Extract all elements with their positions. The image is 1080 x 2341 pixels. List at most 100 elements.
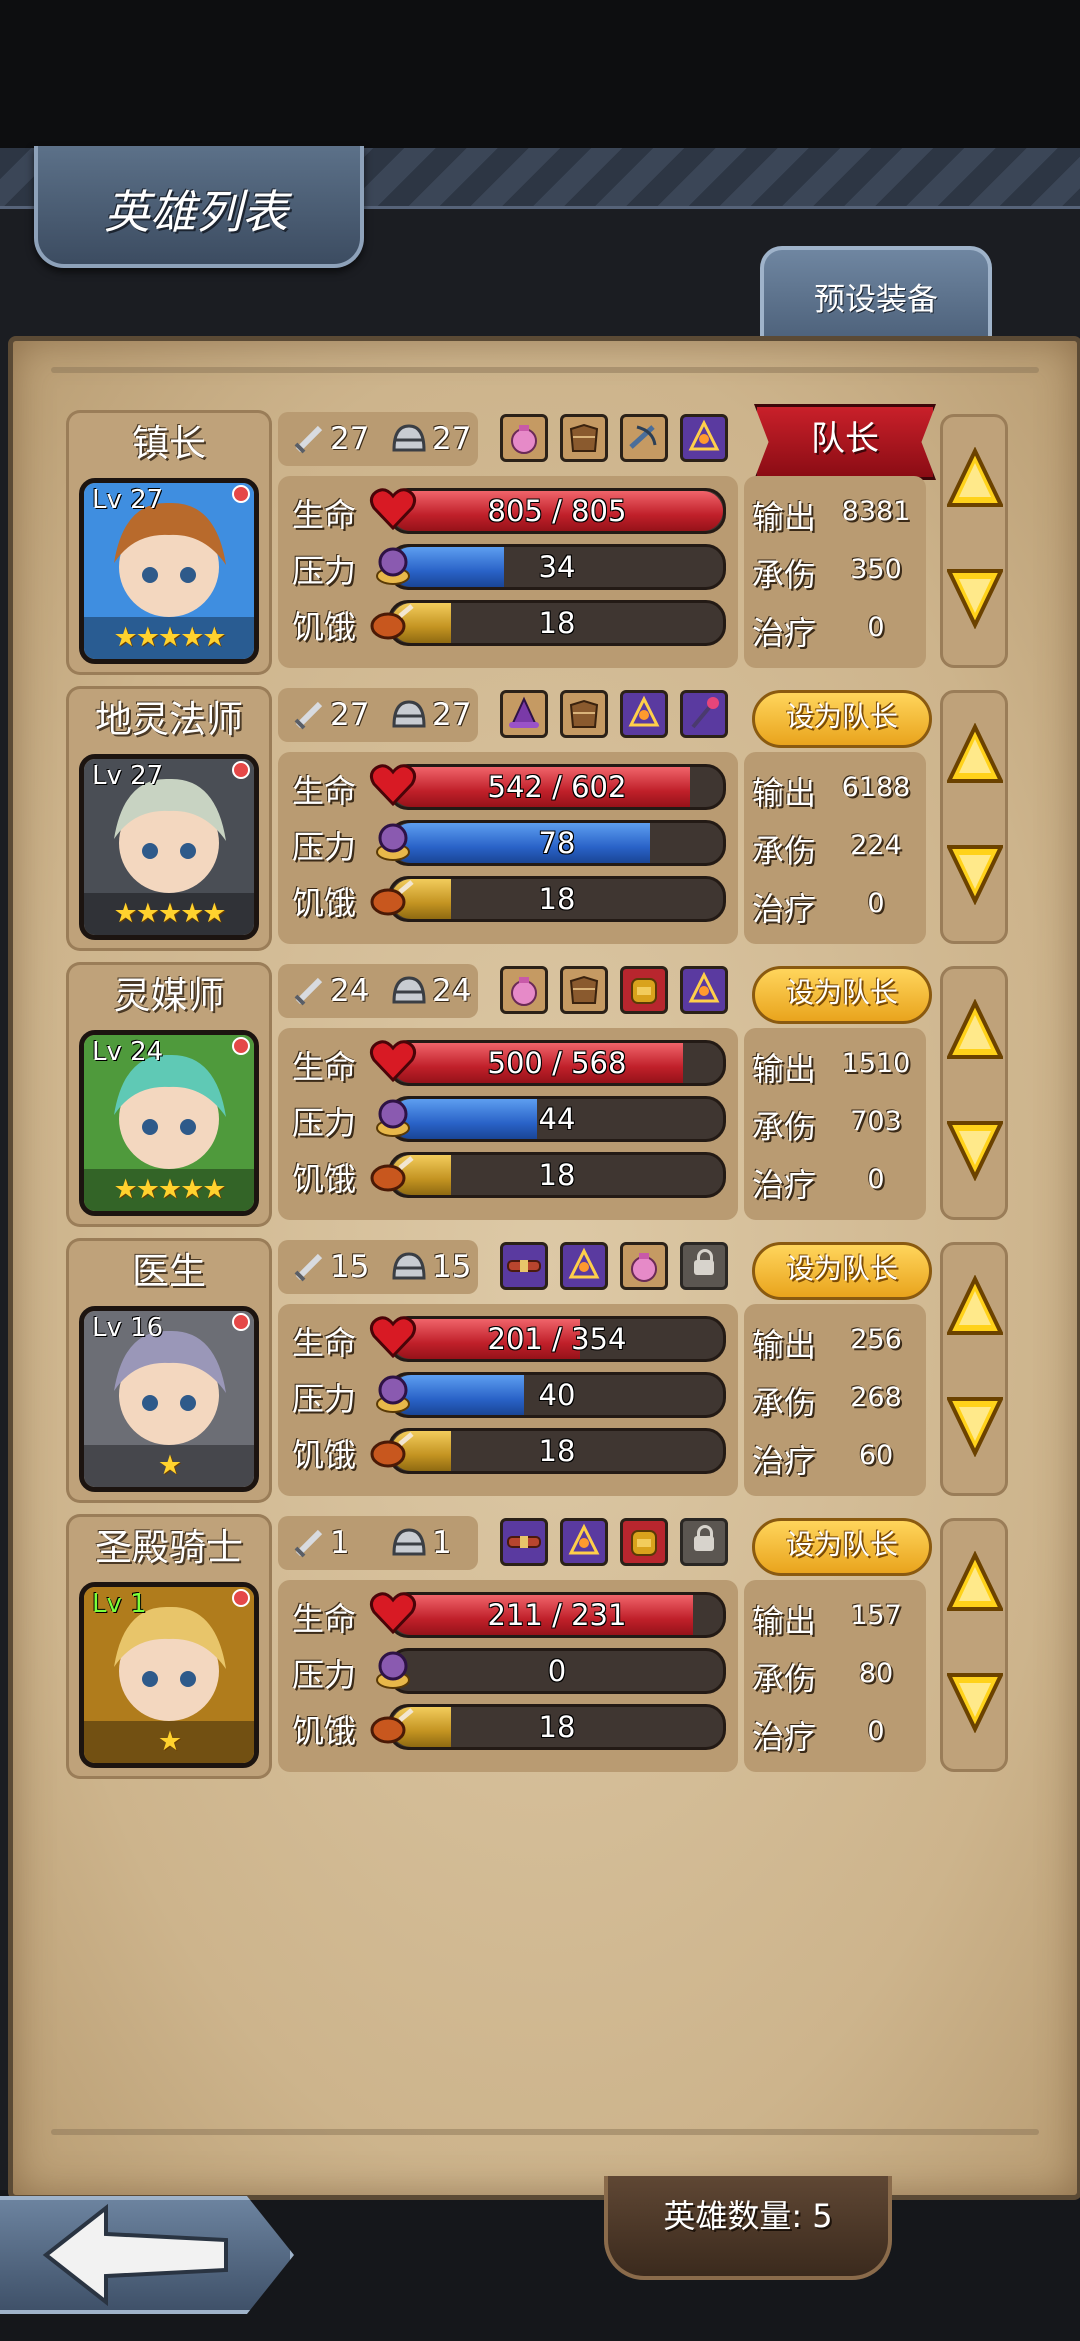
equipment-slot[interactable]	[560, 690, 608, 738]
hero-portrait[interactable]: Lv 24 ★★★★★	[79, 1030, 259, 1216]
equipment-slot[interactable]	[500, 414, 548, 462]
hp-row: 生命 201 / 354	[278, 1310, 738, 1364]
hero-card[interactable]: 医生 Lv 16 ★ 15 15 设为队长 生命 201 / 354 压力 40 饥饿 18 输出 256…	[64, 1238, 1012, 1503]
hero-card[interactable]: 镇长 Lv 27 ★★★★★ 27 27 队长 生命 805 / 805 压力 34 饥饿 18 输出 8…	[64, 404, 1012, 675]
back-arrow-icon	[42, 2203, 228, 2307]
helmet-icon	[392, 976, 426, 1004]
stress-bar: 34	[388, 544, 726, 590]
output-label: 输出	[752, 1326, 817, 1364]
move-down-button[interactable]	[945, 1395, 1005, 1458]
equipment-slot[interactable]	[500, 966, 548, 1014]
locked-equipment-slot[interactable]	[680, 1518, 728, 1566]
move-down-button[interactable]	[945, 567, 1005, 630]
heal-value: 60	[858, 1440, 894, 1471]
tank-stat: 承伤 224	[744, 816, 926, 874]
hero-portrait[interactable]: Lv 27 ★★★★★	[79, 478, 259, 664]
equipment-slot[interactable]	[680, 966, 728, 1014]
hunger-value: 18	[538, 882, 576, 916]
output-value: 6188	[841, 772, 911, 803]
backpack-icon	[623, 1521, 665, 1567]
stress-brain-icon	[376, 1651, 410, 1689]
hero-portrait-frame[interactable]: Lv 16 ★	[66, 1300, 272, 1503]
hero-portrait[interactable]: Lv 16 ★	[79, 1306, 259, 1492]
locked-equipment-slot[interactable]	[680, 1242, 728, 1290]
stress-value: 0	[547, 1654, 567, 1688]
arrow-up-icon	[945, 1274, 1005, 1341]
combat-stats-panel: 输出 157 承伤 80 治疗 0	[744, 1580, 926, 1772]
move-up-button[interactable]	[945, 1550, 1005, 1613]
equipment-slot[interactable]	[620, 414, 668, 462]
set-leader-button[interactable]: 设为队长	[752, 1518, 932, 1576]
set-leader-button[interactable]: 设为队长	[752, 966, 932, 1024]
equipment-slot[interactable]	[680, 690, 728, 738]
leather-armor-icon	[563, 969, 605, 1015]
equipment-slot[interactable]	[620, 690, 668, 738]
move-up-button[interactable]	[945, 998, 1005, 1061]
hero-portrait[interactable]: Lv 27 ★★★★★	[79, 754, 259, 940]
arrow-up-icon	[945, 1550, 1005, 1617]
equipment-slot[interactable]	[620, 966, 668, 1014]
move-up-button[interactable]	[945, 722, 1005, 785]
preset-equipment-button[interactable]: 预设装备	[760, 246, 992, 346]
hp-label: 生命	[292, 1048, 357, 1086]
reorder-panel	[940, 966, 1008, 1220]
hero-status-panel: 生命 211 / 231 压力 0 饥饿 18	[278, 1580, 738, 1772]
helmet-icon	[392, 424, 426, 452]
attack-value: 24	[330, 973, 370, 1009]
hero-stars: ★	[157, 1726, 182, 1757]
hero-stars: ★★★★★	[113, 1174, 226, 1205]
move-down-button[interactable]	[945, 1671, 1005, 1734]
reorder-panel	[940, 690, 1008, 944]
hero-portrait-frame[interactable]: Lv 27 ★★★★★	[66, 472, 272, 675]
hero-portrait[interactable]: Lv 1 ★	[79, 1582, 259, 1768]
hero-portrait-frame[interactable]: Lv 24 ★★★★★	[66, 1024, 272, 1227]
preset-equipment-label: 预设装备	[814, 282, 938, 318]
heal-stat: 治疗 0	[744, 874, 926, 932]
move-down-button[interactable]	[945, 1119, 1005, 1182]
equipment-slot[interactable]	[560, 1518, 608, 1566]
move-down-button[interactable]	[945, 843, 1005, 906]
equipment-slot[interactable]	[680, 414, 728, 462]
output-label: 输出	[752, 1602, 817, 1640]
equipment-slot[interactable]	[500, 690, 548, 738]
hero-portrait-frame[interactable]: Lv 1 ★	[66, 1576, 272, 1779]
hp-row: 生命 500 / 568	[278, 1034, 738, 1088]
hero-name: 镇长	[66, 410, 272, 475]
arrow-up-icon	[945, 446, 1005, 513]
hero-status-panel: 生命 201 / 354 压力 40 饥饿 18	[278, 1304, 738, 1496]
heal-label: 治疗	[752, 1166, 817, 1204]
equipment-slot[interactable]	[500, 1518, 548, 1566]
hero-level: Lv 27	[92, 485, 164, 515]
back-button[interactable]	[0, 2196, 294, 2314]
hp-value: 201 / 354	[487, 1322, 627, 1356]
heart-icon	[369, 1040, 417, 1083]
output-label: 输出	[752, 498, 817, 536]
output-value: 256	[850, 1324, 902, 1355]
sword-icon	[294, 701, 323, 730]
set-leader-button[interactable]: 设为队长	[752, 1242, 932, 1300]
hero-portrait-frame[interactable]: Lv 27 ★★★★★	[66, 748, 272, 951]
heal-stat: 治疗 0	[744, 1150, 926, 1208]
attack-value: 1	[330, 1525, 350, 1561]
move-up-button[interactable]	[945, 1274, 1005, 1337]
equipment-slot[interactable]	[500, 1242, 548, 1290]
heal-label: 治疗	[752, 890, 817, 928]
set-leader-button[interactable]: 设为队长	[752, 690, 932, 748]
hero-stat-strip: 15 15	[278, 1240, 478, 1294]
equipment-slot[interactable]	[560, 1242, 608, 1290]
output-label: 输出	[752, 1050, 817, 1088]
combat-stats-panel: 输出 8381 承伤 350 治疗 0	[744, 476, 926, 668]
tank-stat: 承伤 80	[744, 1644, 926, 1702]
pink-pouch-icon	[623, 1245, 665, 1291]
stress-value: 40	[538, 1378, 576, 1412]
hero-card[interactable]: 圣殿骑士 Lv 1 ★ 1 1 设为队长 生命 211 / 231 压力 0 饥饿 18 输出 157 承伤…	[64, 1514, 1012, 1779]
equipment-slot[interactable]	[560, 414, 608, 462]
equipment-slot[interactable]	[620, 1518, 668, 1566]
meat-icon	[370, 604, 414, 640]
hero-card[interactable]: 灵媒师 Lv 24 ★★★★★ 24 24 设为队长 生命 500 / 568 压力 44 饥饿 18…	[64, 962, 1012, 1227]
equipment-slot[interactable]	[560, 966, 608, 1014]
hero-card[interactable]: 地灵法师 Lv 27 ★★★★★ 27 27 设为队长 生命 542 / 602 压力 78 饥饿 1…	[64, 686, 1012, 951]
equipment-slot[interactable]	[620, 1242, 668, 1290]
move-up-button[interactable]	[945, 446, 1005, 509]
defense-value: 27	[432, 421, 472, 457]
